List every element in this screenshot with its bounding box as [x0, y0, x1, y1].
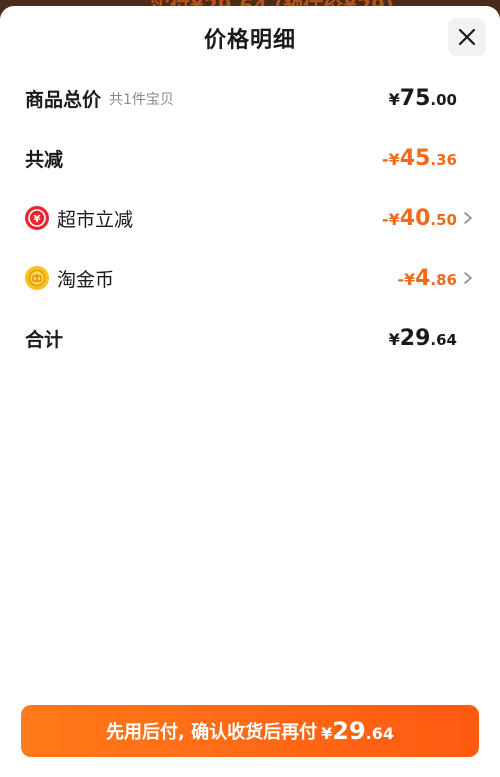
currency-symbol: ¥	[321, 724, 333, 743]
close-icon	[458, 28, 476, 46]
pay-later-confirm-button[interactable]: 先用后付, 确认收货后再付 ¥ 29 .64	[21, 705, 479, 757]
amount-decimal: .64	[365, 724, 394, 743]
price-detail-sheet: 价格明细 商品总价 共1件宝贝 ¥ 75 .00 共减 - ¥ 45 .36 ¥…	[0, 6, 500, 777]
currency-symbol: ¥	[403, 269, 416, 289]
amount-integer: 29	[332, 717, 366, 745]
amount-integer: 75	[399, 85, 431, 111]
amount-decimal: .64	[430, 330, 457, 349]
currency-symbol: ¥	[388, 89, 400, 109]
goods-total-label: 商品总价	[25, 88, 102, 111]
currency-symbol: ¥	[388, 149, 400, 169]
chevron-right-icon	[463, 211, 473, 225]
subtotal-amount: ¥ 29 .64	[389, 326, 457, 351]
yuan-coupon-icon: ¥	[25, 206, 49, 230]
amount-decimal: .86	[430, 270, 457, 289]
amount-integer: 45	[399, 145, 431, 171]
total-discount-label: 共减	[25, 148, 64, 171]
amount-decimal: .00	[430, 90, 457, 109]
amount-integer: 40	[399, 205, 431, 231]
goods-total-amount: ¥ 75 .00	[389, 86, 457, 111]
pay-later-button-label: 先用后付, 确认收货后再付	[106, 722, 318, 743]
svg-text:¥: ¥	[34, 214, 41, 225]
currency-symbol: ¥	[388, 329, 400, 349]
sheet-title: 价格明细	[203, 28, 296, 53]
amount-integer: 4	[415, 265, 431, 291]
row-total-discount: 共减 - ¥ 45 .36	[25, 138, 457, 178]
total-discount-amount: - ¥ 45 .36	[382, 146, 457, 171]
minus-sign: -	[397, 269, 404, 289]
amount-integer: 29	[399, 325, 431, 351]
minus-sign: -	[382, 149, 389, 169]
supermarket-discount-amount: - ¥ 40 .50	[382, 206, 457, 231]
minus-sign: -	[382, 209, 389, 229]
sheet-header: 价格明细	[0, 6, 500, 70]
row-subtotal: 合计 ¥ 29 .64	[25, 318, 457, 358]
item-count-label: 共1件宝贝	[109, 92, 174, 108]
currency-symbol: ¥	[388, 209, 400, 229]
supermarket-discount-label: 超市立减	[57, 208, 134, 231]
row-goods-total: 商品总价 共1件宝贝 ¥ 75 .00	[25, 78, 457, 118]
pay-later-amount: ¥ 29 .64	[321, 717, 394, 745]
chevron-right-icon	[463, 271, 473, 285]
gold-coin-icon	[25, 266, 49, 290]
subtotal-label: 合计	[25, 328, 64, 351]
row-gold-coin[interactable]: 淘金币 - ¥ 4 .86	[25, 258, 473, 298]
row-supermarket-discount[interactable]: ¥ 超市立减 - ¥ 40 .50	[25, 198, 473, 238]
gold-coin-label: 淘金币	[57, 268, 115, 291]
gold-coin-amount: - ¥ 4 .86	[397, 266, 457, 291]
amount-decimal: .50	[430, 210, 457, 229]
close-button[interactable]	[448, 18, 486, 56]
amount-decimal: .36	[430, 150, 457, 169]
